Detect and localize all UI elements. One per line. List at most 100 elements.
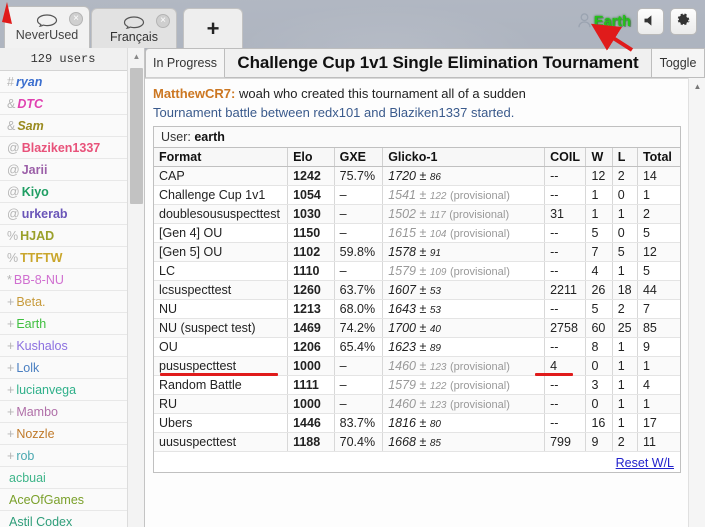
cell-glicko: 1579 ± 109 (provisional) (382, 261, 546, 281)
cell-glicko: 1578 ± 91 (382, 242, 546, 262)
cell-elo: 1111 (287, 375, 335, 395)
user-list-item[interactable]: + Mambo (0, 401, 144, 423)
cell-elo: 1213 (287, 299, 335, 319)
cell-elo: 1030 (287, 204, 335, 224)
cell-wins: 3 (585, 375, 613, 395)
user-name: Kiyo (21, 185, 49, 199)
user-list-item[interactable]: & DTC (0, 93, 144, 115)
cell-gxe: – (334, 204, 384, 224)
cell-wins: 16 (585, 413, 613, 433)
user-list-item[interactable]: @ Jarii (0, 159, 144, 181)
cell-total: 9 (637, 337, 680, 357)
cell-glicko: 1623 ± 89 (382, 337, 546, 357)
cell-elo: 1102 (287, 242, 335, 262)
cell-gxe: – (334, 394, 384, 414)
user-list-item[interactable]: % HJAD (0, 225, 144, 247)
user-list-item[interactable]: # ryan (0, 71, 144, 93)
table-row: Random Battle 1111–1579 ± 122 (provisiona… (154, 375, 680, 395)
scrollbar-thumb[interactable] (130, 68, 143, 204)
table-row: doublesoususpecttest 1030–1502 ± 117 (pro… (154, 204, 680, 224)
annotation-underline-coil (535, 373, 573, 376)
col-header-coil: COIL (544, 148, 587, 167)
user-name: Lolk (16, 361, 40, 375)
cell-losses: 1 (612, 261, 638, 281)
user-list-item[interactable]: @ Kiyo (0, 181, 144, 203)
cell-losses: 1 (612, 204, 638, 224)
user-list-item[interactable]: & Sam (0, 115, 144, 137)
room-panel: In Progress Challenge Cup 1v1 Single Eli… (145, 48, 705, 527)
cell-losses: 5 (612, 242, 638, 262)
user-name: Mambo (16, 405, 58, 419)
user-list-item[interactable]: Astil Codex (0, 511, 144, 527)
close-icon[interactable]: × (156, 14, 170, 28)
user-list-item[interactable]: + rob (0, 445, 144, 467)
cell-losses: 1 (612, 356, 638, 376)
user-list-item[interactable]: + lucianvega (0, 379, 144, 401)
user-list-item[interactable]: + Lolk (0, 357, 144, 379)
cell-glicko: 1607 ± 53 (382, 280, 546, 300)
cell-total: 7 (637, 299, 680, 319)
cell-glicko: 1579 ± 122 (provisional) (382, 375, 546, 395)
user-rank: + (7, 317, 15, 331)
cell-format: [Gen 4] OU (154, 223, 289, 243)
settings-button[interactable] (670, 8, 697, 35)
tab-label: Français (110, 30, 158, 44)
cell-elo: 1110 (287, 261, 335, 281)
provisional-label: (provisional) (449, 266, 510, 278)
reset-wl-link[interactable]: Reset W/L (616, 456, 674, 470)
user-rows: # ryan & DTC & Sam @ Blaziken1337 @ Jarii @ Kiyo @ ur… (0, 71, 144, 527)
ratings-table: Format Elo GXE Glicko-1 COIL W L Total C… (154, 148, 680, 452)
user-list-item[interactable]: @ Blaziken1337 (0, 137, 144, 159)
user-list-item[interactable]: + Earth (0, 313, 144, 335)
glicko-deviation: 123 (429, 400, 447, 411)
user-rank: + (7, 361, 15, 375)
user-list-item[interactable]: + Beta. (0, 291, 144, 313)
sound-button[interactable] (637, 8, 664, 35)
username-button[interactable]: Earth (578, 12, 631, 31)
scroll-up-icon[interactable]: ▲ (689, 78, 705, 94)
tab-francais[interactable]: × Français (91, 8, 177, 48)
close-icon[interactable]: × (69, 12, 83, 26)
user-list-item[interactable]: + Kushalos (0, 335, 144, 357)
glicko-value: 1615 (388, 226, 416, 240)
cell-gxe: – (334, 223, 384, 243)
cell-total: 12 (637, 242, 680, 262)
cell-format: Challenge Cup 1v1 (154, 185, 289, 205)
new-tab-button[interactable]: + (183, 8, 243, 48)
table-row: LC 1110–1579 ± 109 (provisional) -- 4 1 5 (154, 261, 680, 281)
glicko-value: 1460 (388, 359, 416, 373)
glicko-deviation: 53 (429, 286, 441, 297)
cell-losses: 2 (612, 166, 638, 186)
cell-total: 14 (637, 166, 680, 186)
scroll-up-icon[interactable]: ▲ (128, 48, 144, 64)
table-row: CAP 1242 75.7% 1720 ± 86 -- 12 2 14 (154, 166, 680, 186)
user-list-item[interactable]: @ urkerab (0, 203, 144, 225)
user-list-item[interactable]: + Nozzle (0, 423, 144, 445)
cell-coil: -- (544, 223, 587, 243)
cell-total: 17 (637, 413, 680, 433)
user-list-item[interactable]: AceOfGames (0, 489, 144, 511)
tab-neverused[interactable]: × NeverUsed (4, 6, 90, 48)
user-list-scrollbar[interactable]: ▲ (127, 48, 144, 527)
user-silhouette-icon (578, 12, 591, 31)
user-list-item[interactable]: * BB-8-NU (0, 269, 144, 291)
glicko-deviation: 85 (429, 438, 441, 449)
cell-total: 85 (637, 318, 680, 338)
cell-losses: 2 (612, 432, 638, 452)
cell-elo: 1446 (287, 413, 335, 433)
user-list-item[interactable]: acbuai (0, 467, 144, 489)
cell-losses: 1 (612, 375, 638, 395)
chat-scrollbar[interactable]: ▲ (688, 78, 705, 527)
cell-format: RU (154, 394, 289, 414)
chat-author[interactable]: MatthewCR7: (153, 86, 235, 101)
user-rank: % (7, 229, 19, 243)
user-list-item[interactable]: % TTFTW (0, 247, 144, 269)
cell-format: doublesoususpecttest (154, 204, 289, 224)
cell-wins: 5 (585, 299, 613, 319)
user-name: acbuai (9, 471, 46, 485)
toggle-button[interactable]: Toggle (651, 48, 705, 78)
cell-gxe: – (334, 375, 384, 395)
cell-elo: 1188 (287, 432, 335, 452)
cell-losses: 1 (612, 394, 638, 414)
user-name: Jarii (21, 163, 48, 177)
